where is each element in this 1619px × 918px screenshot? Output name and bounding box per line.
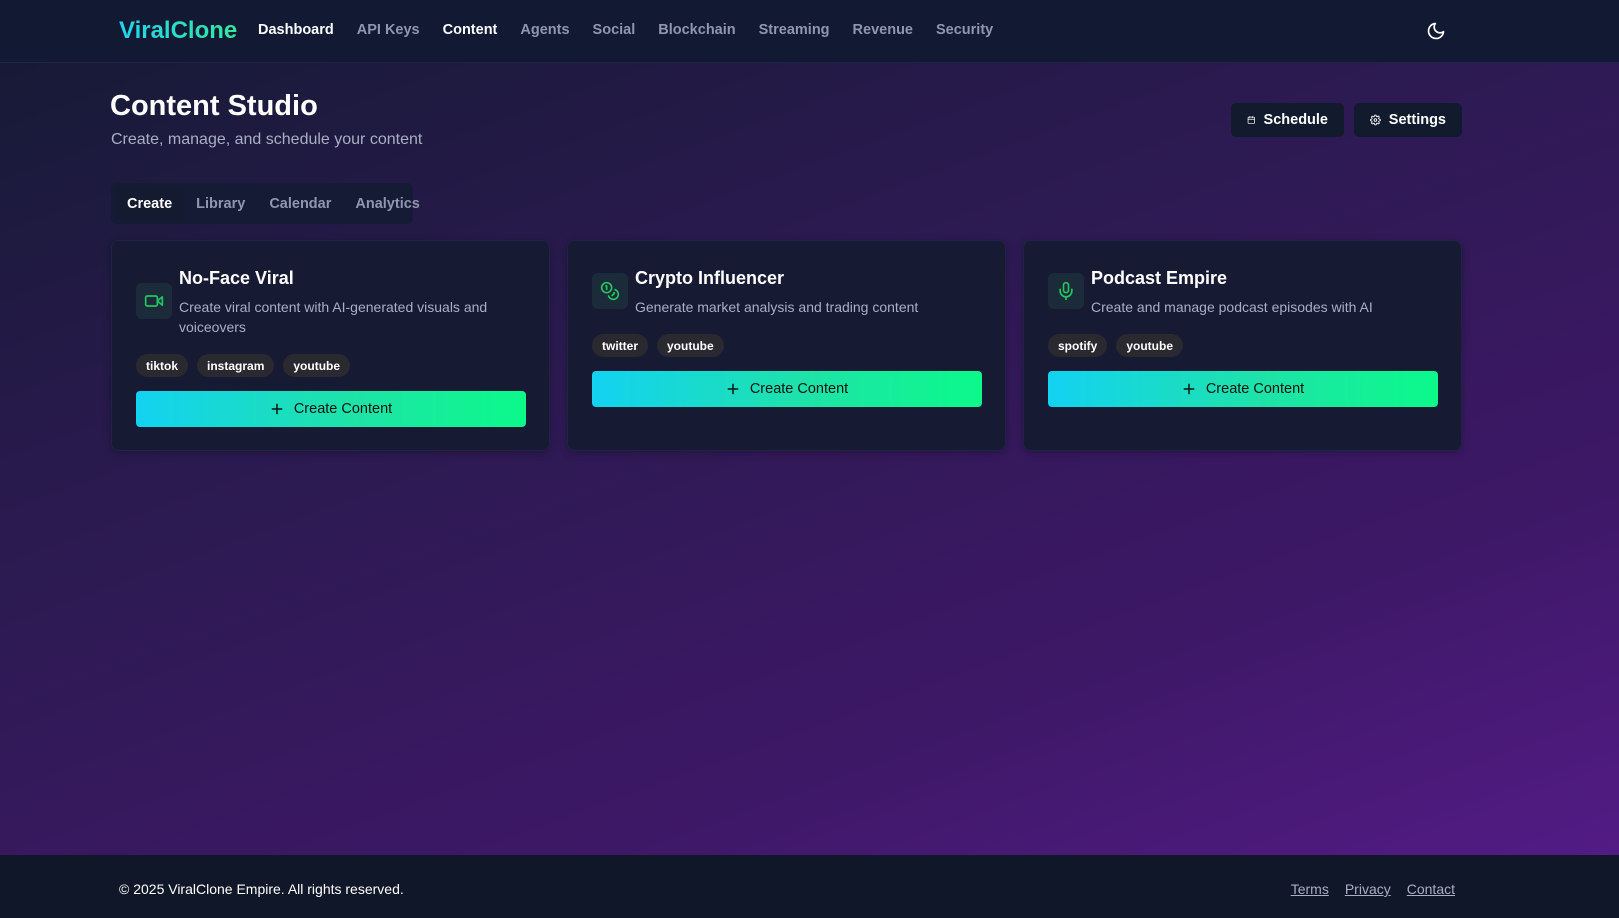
card-description: Create viral content with AI-generated v… <box>179 299 488 335</box>
nav-links: Dashboard API Keys Content Agents Social… <box>258 22 993 38</box>
settings-label: Settings <box>1388 112 1446 128</box>
card-icon-container <box>136 283 172 319</box>
platform-tags: tiktok instagram youtube <box>136 354 351 377</box>
content-card-no-face-viral: No-Face Viral Create viral content with … <box>111 240 550 451</box>
coins-icon <box>600 281 620 301</box>
create-content-label: Create Content <box>749 381 849 397</box>
nav-link-agents[interactable]: Agents <box>520 22 569 38</box>
nav-link-api-keys[interactable]: API Keys <box>357 22 420 38</box>
tab-create[interactable]: Create <box>115 187 185 220</box>
create-content-button[interactable]: Create Content <box>592 371 982 407</box>
tag-youtube: youtube <box>657 334 724 357</box>
tag-twitter: twitter <box>592 334 648 357</box>
nav-link-streaming[interactable]: Streaming <box>759 22 830 38</box>
footer: © 2025 ViralClone Empire. All rights res… <box>0 855 1619 918</box>
nav-link-social[interactable]: Social <box>593 22 636 38</box>
settings-button[interactable]: Settings <box>1354 103 1462 137</box>
content-card-crypto-influencer: Crypto Influencer Generate market analys… <box>567 240 1006 451</box>
footer-link-terms[interactable]: Terms <box>1291 881 1329 897</box>
plus-icon <box>727 383 739 395</box>
top-navigation: ViralClone Dashboard API Keys Content Ag… <box>0 0 1619 63</box>
schedule-button[interactable]: Schedule <box>1231 103 1344 137</box>
platform-tags: twitter youtube <box>592 334 724 357</box>
plus-icon <box>1183 383 1195 395</box>
calendar-icon <box>1247 116 1255 124</box>
schedule-label: Schedule <box>1263 112 1328 128</box>
content-tabs: Create Library Calendar Analytics <box>111 183 420 224</box>
create-content-button[interactable]: Create Content <box>1048 371 1438 407</box>
nav-link-blockchain[interactable]: Blockchain <box>658 22 735 38</box>
content-card-podcast-empire: Podcast Empire Create and manage podcast… <box>1023 240 1462 451</box>
nav-link-revenue[interactable]: Revenue <box>853 22 913 38</box>
create-content-label: Create Content <box>1205 381 1305 397</box>
footer-link-privacy[interactable]: Privacy <box>1345 881 1391 897</box>
brand-logo[interactable]: ViralClone <box>119 17 237 45</box>
tab-analytics[interactable]: Analytics <box>343 188 431 220</box>
copyright-text: © 2025 ViralClone Empire. All rights res… <box>119 881 404 897</box>
footer-link-contact[interactable]: Contact <box>1407 881 1455 897</box>
nav-link-content[interactable]: Content <box>443 22 498 38</box>
page-subtitle: Create, manage, and schedule your conten… <box>111 131 423 148</box>
card-title: No-Face Viral <box>179 268 294 288</box>
tag-spotify: spotify <box>1048 334 1108 357</box>
nav-link-security[interactable]: Security <box>936 22 993 38</box>
tab-library[interactable]: Library <box>184 188 257 220</box>
tag-youtube: youtube <box>283 354 351 377</box>
card-icon-container <box>592 273 628 309</box>
plus-icon <box>271 403 283 415</box>
tag-instagram: instagram <box>197 354 275 377</box>
platform-tags: spotify youtube <box>1048 334 1184 357</box>
video-icon <box>144 295 164 307</box>
page-title: Content Studio <box>110 90 318 122</box>
card-title: Podcast Empire <box>1091 268 1228 288</box>
gear-icon <box>1370 114 1381 126</box>
tag-youtube: youtube <box>1116 334 1184 357</box>
create-content-button[interactable]: Create Content <box>136 391 526 427</box>
card-title: Crypto Influencer <box>635 268 785 288</box>
create-content-label: Create Content <box>293 401 393 417</box>
moon-icon <box>1427 22 1445 40</box>
nav-link-dashboard[interactable]: Dashboard <box>258 22 334 38</box>
card-description: Generate market analysis and trading con… <box>635 299 919 315</box>
card-icon-container <box>1048 273 1084 309</box>
footer-links: Terms Privacy Contact <box>1291 881 1455 897</box>
card-description: Create and manage podcast episodes with … <box>1091 299 1373 315</box>
theme-toggle-button[interactable] <box>1424 19 1448 43</box>
tab-calendar[interactable]: Calendar <box>257 188 343 220</box>
microphone-icon <box>1059 281 1073 301</box>
tag-tiktok: tiktok <box>136 354 189 377</box>
